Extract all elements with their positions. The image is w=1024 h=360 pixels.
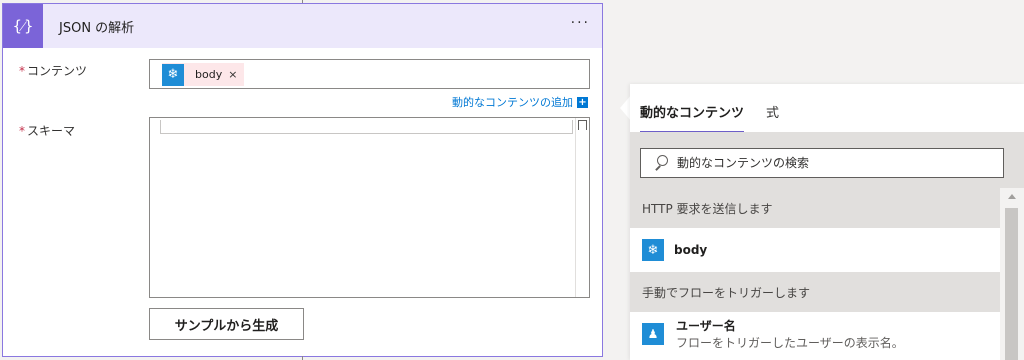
list-item-user-name[interactable]: ♟ ユーザー名 フローをトリガーしたユーザーの表示名。 [630, 312, 1000, 356]
request-trigger-icon: ❄ [162, 63, 184, 86]
generate-from-sample-button[interactable]: サンプルから生成 [149, 308, 304, 340]
more-options-icon[interactable]: ··· [571, 15, 590, 31]
add-dynamic-content-link[interactable]: 動的なコンテンツの追加 + [452, 94, 588, 110]
list-item-label: ユーザー名 [676, 319, 736, 333]
tab-dynamic-content[interactable]: 動的なコンテンツ [640, 102, 745, 133]
action-title: JSON の解析 [59, 20, 135, 36]
list-item-body[interactable]: ❄ body [630, 228, 1000, 272]
content-field-label: * コンテンツ [19, 62, 87, 79]
action-card-header[interactable]: {⁄} JSON の解析 ··· [3, 4, 602, 48]
list-item-label: body [674, 243, 708, 257]
token-label: body [195, 68, 223, 81]
body-token[interactable]: ❄ body × [162, 63, 244, 86]
schema-label-text: スキーマ [27, 124, 76, 138]
schema-editor[interactable] [149, 117, 590, 298]
dynamic-content-panel: 動的なコンテンツ 式 HTTP 要求を送信します ❄ body 手動でフローをト… [630, 84, 1024, 360]
user-icon: ♟ [642, 323, 664, 345]
parse-json-action-card: {⁄} JSON の解析 ··· * コンテンツ ❄ body × 動的なコンテン… [2, 3, 603, 357]
search-area [630, 132, 1024, 188]
section-header-manual-trigger: 手動でフローをトリガーします [630, 272, 1000, 312]
required-mark: * [19, 64, 25, 78]
schema-field-label: * スキーマ [19, 122, 75, 139]
content-input[interactable]: ❄ body × [149, 59, 590, 89]
search-input[interactable] [677, 156, 977, 170]
section-header-http: HTTP 要求を送信します [630, 188, 1000, 228]
content-label-text: コンテンツ [27, 64, 88, 78]
schema-editor-line [160, 120, 573, 134]
panel-scroll-thumb[interactable] [1005, 208, 1018, 360]
schema-scrollbar[interactable] [575, 118, 589, 297]
scroll-up-arrow-icon[interactable] [1008, 194, 1016, 199]
search-box[interactable] [640, 148, 1004, 178]
tab-expression[interactable]: 式 [766, 102, 779, 133]
schema-scroll-thumb[interactable] [578, 120, 587, 130]
flow-connector-bottom [302, 356, 303, 360]
plus-icon: + [577, 96, 588, 108]
add-dynamic-content-label: 動的なコンテンツの追加 [452, 96, 573, 109]
remove-token-icon[interactable]: × [228, 68, 237, 81]
json-action-icon: {⁄} [3, 4, 43, 48]
panel-scrollbar[interactable] [1000, 188, 1024, 360]
dynamic-content-list: HTTP 要求を送信します ❄ body 手動でフローをトリガーします ♟ ユー… [630, 188, 1000, 356]
list-item-text: ユーザー名 フローをトリガーしたユーザーの表示名。 [676, 317, 904, 351]
required-mark: * [19, 124, 25, 138]
list-item-description: フローをトリガーしたユーザーの表示名。 [676, 336, 904, 350]
search-icon [653, 155, 669, 171]
panel-tabs: 動的なコンテンツ 式 [640, 102, 801, 133]
request-trigger-icon: ❄ [642, 239, 664, 261]
